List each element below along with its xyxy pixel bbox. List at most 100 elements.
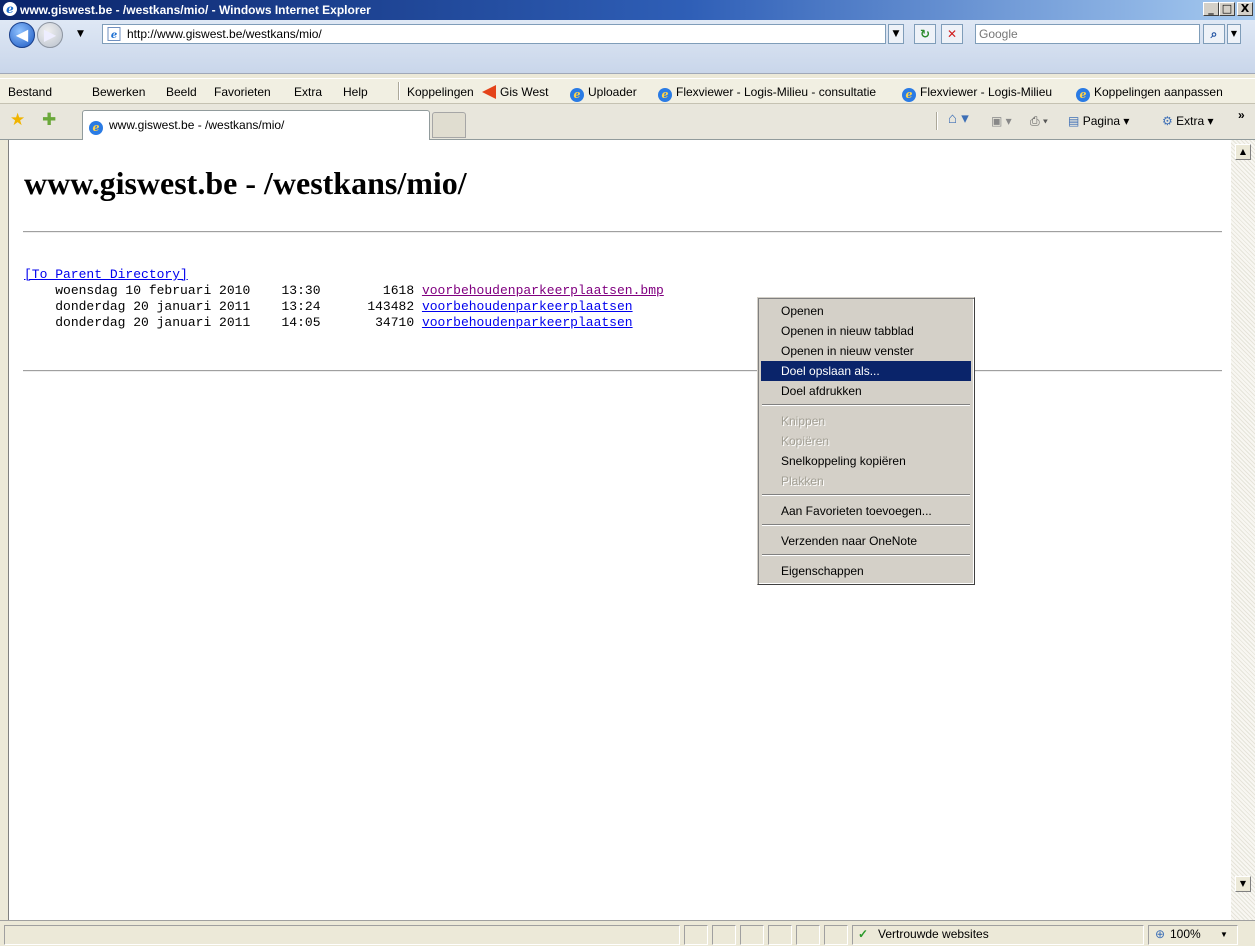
context-item-open-new-tab[interactable]: Openen in nieuw tabblad <box>761 321 971 341</box>
link-gis-west-label: Gis West <box>500 85 549 99</box>
row-size: 143482 <box>367 299 415 314</box>
zoom-dropdown-icon[interactable]: ▼ <box>1220 927 1228 942</box>
svg-text:e: e <box>111 30 117 41</box>
ie-logo-icon: e <box>3 2 17 16</box>
search-icon[interactable]: ⌕ <box>1203 24 1225 44</box>
menu-links-bar: Bestand Bewerken Beeld Favorieten Extra … <box>0 78 1255 104</box>
favorites-center-star-icon[interactable]: ★ <box>10 111 25 129</box>
search-options-icon[interactable]: ▼ <box>1227 24 1241 44</box>
feeds-icon[interactable]: ▣ ▾ <box>991 114 1012 129</box>
context-item-copy: Kopiëren <box>781 434 830 448</box>
close-button[interactable]: X <box>1237 2 1253 16</box>
toolbar-overflow-chevron[interactable]: » <box>1238 108 1245 123</box>
page-menu[interactable]: ▤ Pagina ▾ <box>1068 114 1129 129</box>
context-item-send-to-onenote[interactable]: Verzenden naar OneNote <box>761 531 971 551</box>
row-size: 34710 <box>375 315 415 330</box>
row-date: donderdag 20 januari 2011 <box>55 299 251 314</box>
context-item-openen[interactable]: Openen <box>761 301 971 321</box>
menu-beeld[interactable]: Beeld <box>166 84 197 100</box>
toolbar-separator <box>398 82 400 100</box>
history-dropdown-icon[interactable]: ▼ <box>77 29 84 39</box>
page-menu-label: Pagina <box>1082 114 1121 128</box>
link-uploader-label: Uploader <box>588 85 637 99</box>
forward-button[interactable]: ▶ <box>37 22 63 48</box>
context-item-paste: Plakken <box>781 474 824 488</box>
context-item-print-target[interactable]: Doel afdrukken <box>761 381 971 401</box>
tab-title: www.giswest.be - /westkans/mio/ <box>109 118 285 132</box>
row-time: 13:30 <box>281 283 321 298</box>
context-item-save-target-as[interactable]: Doel opslaan als... <box>761 361 971 381</box>
security-zone-label: Vertrouwde websites <box>878 927 989 941</box>
context-item-properties[interactable]: Eigenschappen <box>761 561 971 581</box>
zoom-level: 100% <box>1170 927 1201 941</box>
ie-window: e www.giswest.be - /westkans/mio/ - Wind… <box>0 0 1255 946</box>
row-time: 13:24 <box>281 299 321 314</box>
row-date: woensdag 10 februari 2010 <box>55 283 251 298</box>
scroll-down-button[interactable]: ▼ <box>1235 876 1251 892</box>
minimize-button[interactable]: _ <box>1203 2 1219 16</box>
print-icon[interactable]: ⎙ ▾ <box>1030 114 1048 129</box>
page-content: www.giswest.be - /westkans/mio/ [To Pare… <box>8 140 1231 920</box>
status-pane <box>768 925 792 945</box>
address-dropdown-icon[interactable]: ▼ <box>888 24 904 44</box>
parent-directory-link[interactable]: [To Parent Directory] <box>24 267 188 282</box>
context-item-copy-shortcut[interactable]: Snelkoppeling kopiëren <box>761 451 971 471</box>
menu-separator <box>762 554 970 556</box>
maximize-button[interactable]: □ <box>1219 2 1235 16</box>
stop-icon[interactable]: ✕ <box>941 24 963 44</box>
extra-menu-label: Extra <box>1176 114 1205 128</box>
file-link[interactable]: voorbehoudenparkeerplaatsen.bmp <box>422 283 664 298</box>
scroll-up-button[interactable]: ▲ <box>1235 144 1251 160</box>
page-icon: e <box>107 27 121 41</box>
row-date: donderdag 20 januari 2011 <box>55 315 251 330</box>
link-koppelingen-aanpassen[interactable]: e Koppelingen aanpassen <box>1076 84 1223 102</box>
gis-west-icon <box>482 85 496 99</box>
url-text: http://www.giswest.be/westkans/mio/ <box>127 27 322 41</box>
file-link[interactable]: voorbehoudenparkeerplaatsen <box>422 299 633 314</box>
status-pane <box>796 925 820 945</box>
link-gis-west[interactable]: Gis West <box>482 84 548 100</box>
link-flexviewer-consultatie-label: Flexviewer - Logis-Milieu - consultatie <box>676 85 877 99</box>
ie-page-icon: e <box>1076 88 1090 102</box>
page-heading: www.giswest.be - /westkans/mio/ <box>24 165 467 201</box>
tab-active[interactable]: e www.giswest.be - /westkans/mio/ <box>82 110 430 140</box>
link-flexviewer[interactable]: e Flexviewer - Logis-Milieu <box>902 84 1052 102</box>
menu-favorieten[interactable]: Favorieten <box>214 84 271 100</box>
row-time: 14:05 <box>281 315 321 330</box>
add-favorite-star-icon[interactable]: ✚ <box>42 111 56 129</box>
file-link[interactable]: voorbehoudenparkeerplaatsen <box>422 315 633 330</box>
zoom-icon: ⊕ <box>1155 927 1166 941</box>
address-bar[interactable]: e http://www.giswest.be/westkans/mio/ <box>102 24 886 44</box>
home-icon[interactable]: ⌂ ▾ <box>948 111 969 126</box>
search-input[interactable]: Google <box>975 24 1200 44</box>
trusted-zone-check-icon: ✓ <box>858 927 869 941</box>
page-menu-icon: ▤ <box>1068 114 1080 128</box>
gear-icon: ⚙ <box>1162 114 1173 128</box>
ie-page-icon: e <box>570 88 584 102</box>
status-pane <box>684 925 708 945</box>
status-pane <box>824 925 848 945</box>
menu-bestand[interactable]: Bestand <box>8 84 52 100</box>
ie-page-icon: e <box>902 88 916 102</box>
menu-separator <box>762 404 970 406</box>
divider <box>23 370 1222 372</box>
menu-separator <box>762 524 970 526</box>
title-bar: e www.giswest.be - /westkans/mio/ - Wind… <box>0 0 1255 20</box>
extra-menu[interactable]: ⚙ Extra ▾ <box>1162 114 1213 129</box>
ie-page-icon: e <box>658 88 672 102</box>
back-button[interactable]: ◀ <box>9 22 35 48</box>
link-uploader[interactable]: e Uploader <box>570 84 637 102</box>
link-flexviewer-consultatie[interactable]: e Flexviewer - Logis-Milieu - consultatie <box>658 84 876 102</box>
menu-separator <box>762 494 970 496</box>
menu-help[interactable]: Help <box>343 84 368 100</box>
status-bar: ✓ Vertrouwde websites ⊕ 100% ▼ <box>0 920 1255 946</box>
menu-bewerken[interactable]: Bewerken <box>92 84 145 100</box>
new-tab-button[interactable] <box>432 112 466 138</box>
context-item-add-to-favorites[interactable]: Aan Favorieten toevoegen... <box>761 501 971 521</box>
refresh-icon[interactable]: ↻ <box>914 24 936 44</box>
vertical-scrollbar[interactable]: ▲ ▼ <box>1231 140 1255 920</box>
context-menu: Openen Openen in nieuw tabblad Openen in… <box>757 297 975 585</box>
menu-extra[interactable]: Extra <box>294 84 322 100</box>
context-item-open-new-window[interactable]: Openen in nieuw venster <box>761 341 971 361</box>
directory-listing: [To Parent Directory] woensdag 10 februa… <box>24 267 664 331</box>
